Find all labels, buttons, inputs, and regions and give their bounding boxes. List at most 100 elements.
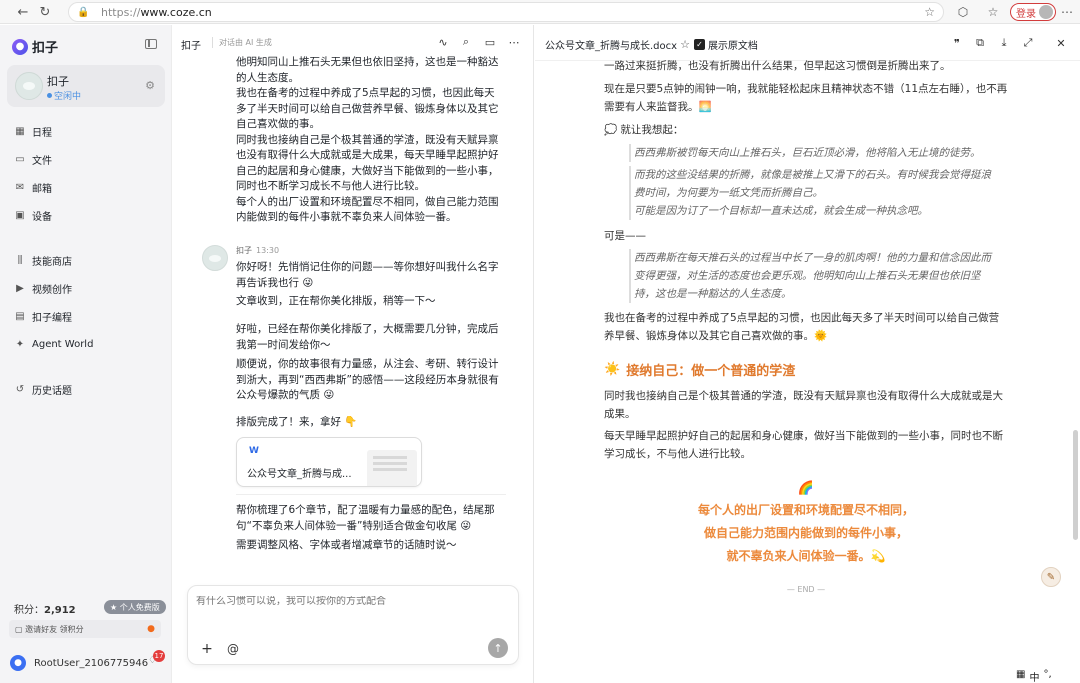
previous-message: 他明知同山上推石头无果但也依旧坚持，这也是一种豁达 的人生态度。 我也在备考的过… bbox=[236, 55, 506, 241]
message-meta: 扣子 13:30 bbox=[236, 245, 279, 256]
more-options-icon[interactable]: ⋯ bbox=[507, 35, 521, 49]
send-button[interactable]: ↑ bbox=[488, 638, 508, 658]
message-line: 自己的起居和身心健康，大做好当下能做到的一些小事， bbox=[236, 164, 499, 177]
extensions-icon[interactable]: ⬡ bbox=[954, 3, 972, 21]
sidebar-item-label: 技能商店 bbox=[32, 256, 72, 268]
login-button[interactable]: 登录 bbox=[1010, 3, 1056, 21]
message-line: 多了半天时间可以给自己做营养早餐、锻炼身体以及其它 bbox=[236, 102, 499, 115]
sidebar-item-label: Agent World bbox=[32, 338, 94, 350]
history-icon: ↺ bbox=[15, 383, 25, 395]
sidebar-item-coding[interactable]: ▤ 扣子编程 bbox=[14, 307, 72, 325]
bot-name: 扣子 bbox=[47, 75, 69, 88]
sidebar-item-files[interactable]: ▭ 文件 bbox=[14, 150, 52, 168]
video-icon: ▶ bbox=[16, 282, 24, 294]
chat-panel: 扣子 对话由 AI 生成 ∿ ⌕ ▭ ⋯ 他明知同山上推石头无果但也依旧坚持，这… bbox=[172, 25, 534, 683]
sidebar-item-agent-world[interactable]: ✦ Agent World bbox=[14, 335, 94, 353]
invite-friends-banner[interactable]: ▢ 邀请好友 领积分 ● bbox=[9, 620, 161, 638]
message-line: 自己喜欢做的事。 bbox=[236, 118, 320, 130]
doc-quote: 西西弗斯在每天推石头的过程当中长了一身的肌肉啊！他的力量和信念因此而变得更强，对… bbox=[629, 249, 1001, 303]
bot-status: 空闲中 bbox=[47, 89, 81, 102]
brand-logo[interactable]: ● 扣子 bbox=[12, 37, 58, 56]
calendar-icon: ▦ bbox=[15, 125, 25, 137]
notes-float-button[interactable]: ✎ bbox=[1041, 567, 1061, 587]
points-label: 积分： bbox=[14, 605, 44, 616]
message-line: 也没有取得什么大成就或是大成果，每天早睡早起照护好 bbox=[236, 149, 499, 161]
sidebar-item-schedule[interactable]: ▦ 日程 bbox=[14, 122, 52, 140]
sidebar-item-label: 文件 bbox=[32, 155, 52, 167]
section-heading-text: 接纳自己：做一个普通的学渣 bbox=[626, 364, 796, 379]
message-line: 内能做到的每件小事就不辜负来人间体验一番。 bbox=[236, 211, 457, 223]
document-file-card[interactable]: W 公众号文章_折腾与成... bbox=[236, 437, 422, 487]
close-icon[interactable]: ✕ bbox=[1054, 36, 1068, 50]
doc-quote: 而我的这些没结果的折腾，就像是被推上又滑下的石头。有时候我会觉得挺浪费时间，为何… bbox=[629, 166, 1001, 202]
doc-paragraph: 每天早睡早起照护好自己的起居和身心健康，做好当下能做到的一些小事，同时也不断学习… bbox=[604, 430, 1003, 460]
message-time: 13:30 bbox=[256, 246, 280, 255]
document-scrollbar[interactable] bbox=[1073, 430, 1078, 540]
doc-paragraph: 同时我也接纳自己是个极其普通的学渣，既没有天赋异禀也没有取得什么大成就或是大成果… bbox=[604, 390, 1003, 420]
add-attachment-icon[interactable]: + bbox=[198, 640, 216, 658]
bot-message: 你好呀！先悄悄记住你的问题——等你想好叫我什么名字再告诉我也行 😜 bbox=[236, 261, 499, 289]
device-icon: ▣ bbox=[15, 209, 25, 221]
sidebar-item-skill-store[interactable]: ⫼ 技能商店 bbox=[14, 251, 72, 269]
mail-icon: ✉ bbox=[15, 181, 25, 193]
sidebar-item-mail[interactable]: ✉ 邮箱 bbox=[14, 178, 52, 196]
rainbow-icon: 🌈 bbox=[797, 481, 815, 496]
sidebar-item-video[interactable]: ▶ 视频创作 bbox=[14, 279, 72, 297]
message-divider bbox=[236, 494, 506, 495]
collapse-sidebar-icon[interactable] bbox=[145, 39, 157, 49]
code-icon: ▤ bbox=[15, 310, 25, 322]
word-doc-icon: W bbox=[249, 446, 259, 456]
show-original-label[interactable]: 展示原文档 bbox=[708, 37, 758, 52]
message-input[interactable] bbox=[196, 596, 506, 607]
ime-mode: 中 bbox=[1029, 673, 1040, 683]
activity-icon[interactable]: ∿ bbox=[436, 35, 450, 49]
sidebar-item-label: 邮箱 bbox=[32, 183, 52, 195]
sun-icon: ☀️ bbox=[604, 362, 621, 377]
sidebar-item-history[interactable]: ↺ 历史话题 bbox=[14, 380, 72, 398]
doc-quote: 西西弗斯被罚每天向山上推石头，巨石近顶必滑，他将陷入无止境的徒劳。 bbox=[629, 144, 1001, 162]
plan-star-icon: ★ bbox=[110, 602, 120, 612]
folder-icon: ▭ bbox=[15, 153, 25, 165]
message-line: 的人生态度。 bbox=[236, 71, 299, 84]
skills-icon: ⫼ bbox=[17, 254, 23, 266]
reload-icon[interactable]: ↻ bbox=[36, 3, 54, 21]
more-menu-icon[interactable]: ⋯ bbox=[1058, 3, 1076, 21]
download-icon[interactable]: ⤓ bbox=[997, 36, 1011, 50]
expand-icon[interactable]: ⤢ bbox=[1021, 36, 1035, 50]
sidebar: ● 扣子 扣子 空闲中 ⚙ ▦ 日程 ▭ 文件 ✉ 邮箱 ▣ 设备 ⫼ 技能商店… bbox=[0, 25, 172, 683]
user-profile-row[interactable]: ● RootUser_2106775946 ♢ 17 bbox=[10, 650, 165, 673]
notification-badge: 17 bbox=[153, 650, 165, 662]
url-protocol: https:// bbox=[101, 5, 141, 19]
bookmark-star-icon[interactable]: ☆ bbox=[924, 5, 935, 19]
bot-avatar bbox=[15, 72, 43, 100]
ime-indicator[interactable]: ▦ 中 °, bbox=[1016, 669, 1052, 683]
doc-paragraph: 现在是只要5点钟的闹钟一响，我就能轻松起床且精神状态不错（11点左右睡），也不再… bbox=[604, 83, 1008, 113]
favorite-star-icon[interactable]: ☆ bbox=[680, 38, 690, 51]
bot-message: 需要调整风格、字体或者增减章节的话随时说～ bbox=[236, 539, 457, 551]
sidebar-item-devices[interactable]: ▣ 设备 bbox=[14, 206, 52, 224]
search-icon[interactable]: ⌕ bbox=[459, 35, 473, 49]
copy-icon[interactable]: ⧉ bbox=[973, 36, 987, 50]
favorites-icon[interactable]: ☆ bbox=[984, 3, 1002, 21]
bot-card[interactable]: 扣子 空闲中 ⚙ bbox=[7, 65, 165, 107]
bot-message: 排版完成了！来，拿好 👇 bbox=[236, 416, 358, 428]
show-original-checkbox[interactable]: ✓ bbox=[693, 39, 705, 50]
invite-label: 邀请好友 领积分 bbox=[25, 624, 84, 634]
globe-icon: ✦ bbox=[15, 338, 25, 350]
sidebar-item-label: 扣子编程 bbox=[32, 312, 72, 324]
back-icon[interactable]: ← bbox=[14, 3, 32, 21]
address-bar[interactable]: 🔒 https://www.coze.cn ☆ bbox=[68, 2, 944, 22]
mention-icon[interactable]: @ bbox=[224, 640, 242, 658]
folder-icon[interactable]: ▭ bbox=[483, 35, 497, 49]
sidebar-item-label: 设备 bbox=[32, 211, 52, 223]
bot-avatar bbox=[202, 245, 228, 271]
message-sender: 扣子 bbox=[236, 246, 252, 255]
bot-settings-icon[interactable]: ⚙ bbox=[145, 79, 155, 92]
bot-message: 帮你梳理了6个章节，配了温暖有力量感的配色，结尾那句“不辜负来人间体验一番”特别… bbox=[236, 504, 495, 532]
gift-icon: ▢ bbox=[15, 624, 26, 634]
doc-paragraph: 我也在备考的过程中养成了5点早起的习惯，也因此每天多了半天时间可以给自己做营养早… bbox=[604, 312, 1000, 342]
bot-message: 顺便说，你的故事很有力量感，从注会、考研、转行设计到浙大，再到“西西弗斯”的感悟… bbox=[236, 358, 499, 401]
quote-icon[interactable]: ❞ bbox=[950, 36, 964, 50]
plan-badge[interactable]: ★ 个人免费版 bbox=[104, 600, 166, 614]
message-line: 每个人的出厂设置和环境配置尽不相同，做自己能力范围 bbox=[236, 195, 499, 208]
